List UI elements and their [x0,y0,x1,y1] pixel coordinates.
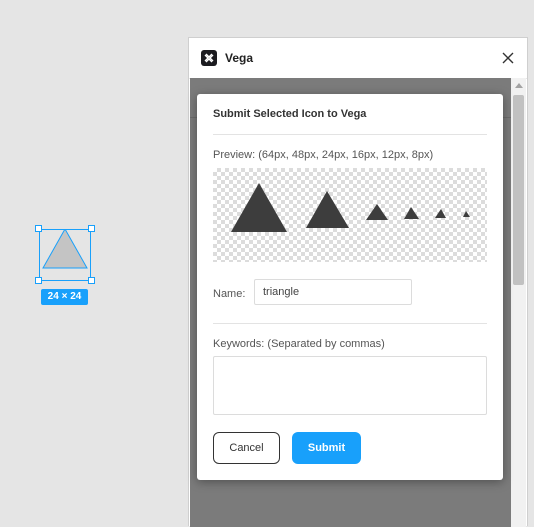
preview-triangle-24 [366,204,388,220]
divider [213,134,487,135]
name-label: Name: [213,288,246,300]
window-title: Vega [225,51,254,65]
vega-logo-icon [201,50,217,66]
resize-handle-bottom-right[interactable] [88,277,95,284]
name-input[interactable] [254,279,412,305]
divider [213,323,487,324]
preview-label: Preview: (64px, 48px, 24px, 16px, 12px, … [213,149,434,161]
resize-handle-bottom-left[interactable] [35,277,42,284]
resize-handle-top-left[interactable] [35,225,42,232]
submit-button[interactable]: Submit [292,432,361,464]
submit-icon-dialog: Submit Selected Icon to Vega Preview: (6… [197,94,503,480]
scrollbar[interactable] [511,78,526,527]
close-icon[interactable] [499,49,517,67]
resize-handle-top-right[interactable] [88,225,95,232]
triangle-shape[interactable] [41,229,89,277]
preview-triangle-64 [231,183,287,232]
scroll-up-arrow-icon[interactable] [515,83,523,88]
dialog-title: Submit Selected Icon to Vega [213,108,367,120]
preview-triangle-48 [306,191,349,228]
scrollbar-thumb[interactable] [513,95,524,285]
preview-triangle-8 [463,211,470,217]
cancel-button[interactable]: Cancel [213,432,280,464]
window-titlebar: Vega [189,38,527,79]
keywords-input[interactable] [213,356,487,415]
preview-triangle-12 [435,209,446,218]
keywords-label: Keywords: (Separated by commas) [213,338,385,350]
icon-preview [213,168,487,262]
size-badge: 24 × 24 [41,289,88,305]
preview-triangle-16 [404,207,419,219]
